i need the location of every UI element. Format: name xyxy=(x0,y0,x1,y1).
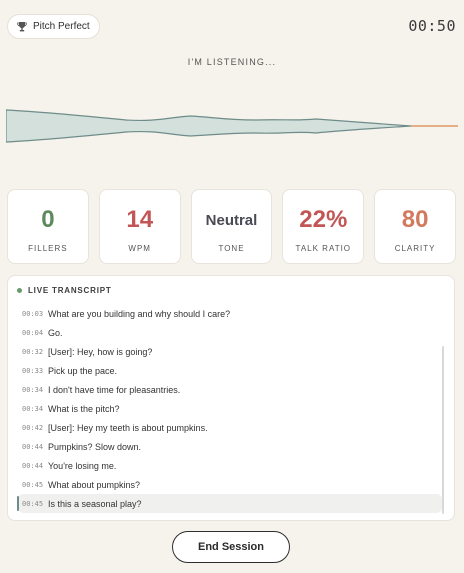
transcript-text: I don't have time for pleasantries. xyxy=(48,384,181,395)
transcript-text: What are you building and why should I c… xyxy=(48,308,231,319)
waveform-shape xyxy=(6,109,412,143)
metric-fillers: 0 FILLERS xyxy=(7,189,89,264)
metrics-row: 0 FILLERS 14 WPM Neutral TONE 22% TALK R… xyxy=(7,189,456,264)
metric-talk-ratio: 22% TALK RATIO xyxy=(282,189,365,264)
metric-label: CLARITY xyxy=(394,244,436,253)
transcript-row: 00:03 What are you building and why shoul… xyxy=(18,304,442,323)
transcript-text: What about pumpkins? xyxy=(48,479,141,490)
transcript-header: LIVE TRANSCRIPT xyxy=(17,286,112,295)
transcript-scrollbar[interactable] xyxy=(442,346,444,514)
metric-clarity: 80 CLARITY xyxy=(374,189,456,264)
transcript-time: 00:44 xyxy=(22,442,44,451)
metric-label: TALK RATIO xyxy=(295,244,352,253)
transcript-row: 00:44 Pumpkins? Slow down. xyxy=(18,437,442,456)
transcript-row-current: 00:45 Is this a seasonal play? xyxy=(17,494,442,513)
transcript-text: [User]: Hey, how is going? xyxy=(48,346,153,357)
transcript-time: 00:04 xyxy=(22,328,44,337)
transcript-row: 00:45 What about pumpkins? xyxy=(18,475,442,494)
transcript-row: 00:32 [User]: Hey, how is going? xyxy=(18,342,442,361)
transcript-text: Pumpkins? Slow down. xyxy=(48,441,142,452)
transcript-row: 00:04 Go. xyxy=(18,323,442,342)
audio-waveform xyxy=(6,109,458,143)
metric-value: 80 xyxy=(401,206,429,233)
metric-label: FILLERS xyxy=(28,244,68,253)
transcript-text: Pick up the pace. xyxy=(48,365,118,376)
transcript-time: 00:45 xyxy=(22,480,44,489)
session-timer: 00:50 xyxy=(408,17,456,35)
metric-value: 14 xyxy=(126,206,154,233)
metric-wpm: 14 WPM xyxy=(98,189,181,264)
transcript-time: 00:34 xyxy=(22,385,44,394)
transcript-row: 00:42 [User]: Hey my teeth is about pumpk… xyxy=(18,418,442,437)
trophy-icon xyxy=(17,22,27,32)
metric-label: TONE xyxy=(218,244,245,253)
metric-value: 22% xyxy=(299,206,348,233)
transcript-time: 00:42 xyxy=(22,423,44,432)
app-name: Pitch Perfect xyxy=(33,21,90,32)
end-session-button[interactable]: End Session xyxy=(172,531,290,563)
metric-value: Neutral xyxy=(205,212,258,229)
transcript-row: 00:34 What is the pitch? xyxy=(18,399,442,418)
metric-tone: Neutral TONE xyxy=(190,189,273,264)
transcript-time: 00:44 xyxy=(22,461,44,470)
transcript-list: 00:03 What are you building and why shoul… xyxy=(8,304,454,513)
transcript-time: 00:03 xyxy=(22,309,44,318)
metric-label: WPM xyxy=(128,244,151,253)
transcript-row: 00:33 Pick up the pace. xyxy=(18,361,442,380)
transcript-row: 00:34 I don't have time for pleasantries. xyxy=(18,380,442,399)
transcript-time: 00:32 xyxy=(22,347,44,356)
transcript-text: [User]: Hey my teeth is about pumpkins. xyxy=(48,422,208,433)
transcript-time: 00:33 xyxy=(22,366,44,375)
transcript-text: Go. xyxy=(48,327,63,338)
listening-status: I'M LISTENING... xyxy=(187,57,277,67)
transcript-text: What is the pitch? xyxy=(48,403,120,414)
transcript-text: Is this a seasonal play? xyxy=(48,498,142,509)
transcript-row: 00:44 You're losing me. xyxy=(18,456,442,475)
metric-value: 0 xyxy=(41,206,55,233)
live-dot-icon xyxy=(17,288,22,293)
transcript-time: 00:45 xyxy=(22,499,44,508)
transcript-text: You're losing me. xyxy=(48,460,117,471)
transcript-panel: LIVE TRANSCRIPT 00:03 What are you buildi… xyxy=(7,275,455,521)
app-badge: Pitch Perfect xyxy=(7,14,100,39)
transcript-time: 00:34 xyxy=(22,404,44,413)
transcript-title: LIVE TRANSCRIPT xyxy=(28,286,112,295)
